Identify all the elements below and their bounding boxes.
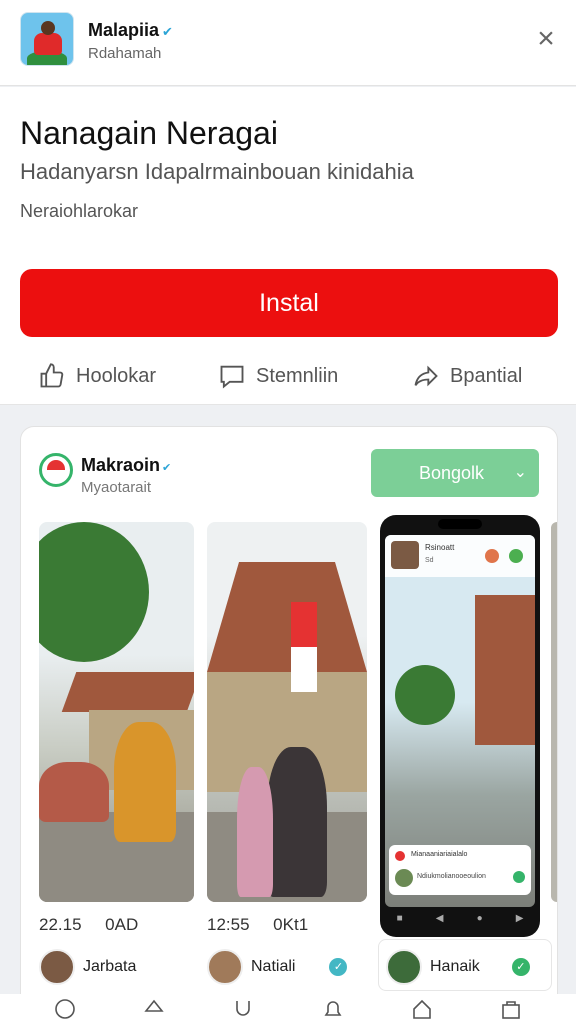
forward-icon[interactable]: ▶ [516, 913, 524, 927]
pin-icon [395, 851, 405, 861]
check-icon [513, 871, 525, 883]
bottom-nav [0, 994, 576, 1024]
avatar [386, 949, 422, 985]
tag-icon[interactable] [140, 995, 168, 1023]
crowd-image [39, 762, 109, 822]
costume-figure-image [114, 722, 176, 842]
palm-tree-image [395, 665, 455, 725]
roof-image [207, 562, 367, 672]
preview-card: Makraoin ✔ Myaotarait Bongolk ⌄ Rsinoatt … [20, 426, 558, 1024]
status-dot-icon [485, 549, 499, 563]
avatar [391, 541, 419, 569]
bag-icon[interactable] [497, 995, 525, 1023]
card-action-button[interactable]: Bongolk ⌄ [371, 449, 539, 497]
card-name: Makraoin ✔ [81, 455, 171, 476]
avatar [395, 869, 413, 887]
square-icon[interactable]: ■ [397, 913, 403, 927]
app-icon[interactable] [20, 12, 74, 66]
photo-2-meta: 12:55 0Kt1 [207, 915, 308, 935]
app-name: Malapiia ✔ [88, 20, 173, 41]
photo-2-label: 0Kt1 [273, 915, 309, 934]
avatar [207, 949, 243, 985]
user-item[interactable]: Jarbata [39, 937, 136, 997]
user-name: Jarbata [83, 958, 137, 975]
comment-action[interactable]: Stemnliin [218, 359, 338, 393]
card-subtitle: Myaotarait [81, 479, 152, 496]
woman-image [237, 767, 273, 897]
verified-icon: ✔ [162, 24, 173, 39]
phone-header: Rsinoatt Sd [385, 535, 535, 577]
like-label: Hoolokar [76, 364, 157, 387]
photo-1-time: 22.15 [39, 915, 82, 934]
check-icon: ✓ [511, 958, 530, 976]
description: Hadanyarsn Idapalrmainbouan kinidahia [20, 159, 414, 184]
thumbs-up-icon [40, 363, 64, 388]
chat-icon[interactable] [51, 995, 79, 1023]
screenshot-1[interactable] [39, 522, 194, 902]
flag-image [291, 602, 317, 692]
roof-image [61, 672, 194, 712]
roof-image [475, 595, 535, 745]
user-name: Hanaik [430, 958, 480, 975]
card-verified-icon: ✔ [162, 462, 172, 474]
avatar [39, 949, 75, 985]
lock-icon[interactable]: ● [477, 913, 483, 927]
magnet-icon[interactable] [229, 995, 257, 1023]
subline: Neraiohlarokar [20, 201, 139, 221]
screenshot-2[interactable] [207, 522, 367, 902]
share-action[interactable]: Bpantial [412, 359, 522, 393]
back-icon[interactable]: ◀ [436, 913, 444, 927]
user-name: Natiali [251, 958, 296, 975]
phone-notch [438, 519, 482, 529]
headline: Nanagain Neragai [20, 115, 278, 151]
notification-title: Mianaaniariaialalo [411, 851, 468, 858]
install-button[interactable]: Instal [20, 269, 558, 337]
home-icon[interactable] [408, 995, 436, 1023]
card-logo-icon [39, 453, 73, 487]
card-name-text: Makraoin [81, 455, 161, 475]
notification-text: Ndiukmolianooeoulion [417, 873, 486, 880]
phone-mockup[interactable]: Rsinoatt Sd Mianaaniariaialalo Ndiukmoli… [380, 515, 540, 937]
comment-icon [220, 365, 244, 389]
user-item[interactable]: Hanaik ✓ [386, 937, 530, 997]
notification-card[interactable]: Mianaaniariaialalo Ndiukmolianooeoulion [389, 845, 531, 895]
like-action[interactable]: Hoolokar [38, 359, 156, 393]
screenshot-4-partial[interactable] [551, 522, 557, 902]
phone-nav-bar: ■ ◀ ● ▶ [380, 913, 540, 927]
phone-header-sub: Sd [425, 557, 434, 564]
share-icon [414, 365, 438, 387]
chevron-down-icon: ⌄ [513, 464, 527, 481]
status-dot-icon [509, 549, 523, 563]
photo-1-meta: 22.15 0AD [39, 915, 138, 935]
app-icon-figure-head [41, 21, 55, 35]
app-banner-header: Malapiia ✔ Rdahamah × [0, 0, 576, 86]
photo-1-label: 0AD [105, 915, 139, 934]
developer-name: Rdahamah [88, 45, 162, 62]
card-action-label: Bongolk [419, 463, 485, 483]
tree-image [39, 522, 149, 662]
user-item[interactable]: Natiali ✓ [207, 937, 348, 997]
app-info-section: Nanagain Neragai Hadanyarsn Idapalrmainb… [0, 87, 576, 405]
man-image [267, 747, 327, 897]
bell-icon[interactable] [319, 995, 347, 1023]
photo-2-time: 12:55 [207, 915, 250, 934]
app-icon-figure-body [34, 33, 62, 55]
phone-header-title: Rsinoatt [425, 543, 455, 552]
comment-label: Stemnliin [256, 364, 339, 387]
app-name-text: Malapiia [88, 20, 160, 40]
share-label: Bpantial [450, 364, 523, 387]
close-button[interactable]: × [530, 24, 562, 56]
phone-screen: Rsinoatt Sd Mianaaniariaialalo Ndiukmoli… [385, 535, 535, 907]
check-icon: ✓ [329, 958, 348, 976]
